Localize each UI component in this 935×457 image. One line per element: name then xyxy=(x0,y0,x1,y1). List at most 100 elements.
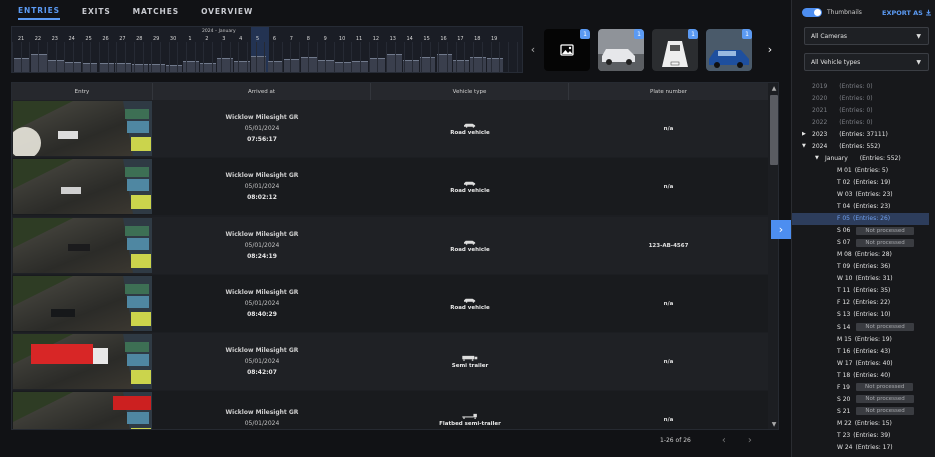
date-tree-node[interactable]: T 11 (Entries: 35) xyxy=(837,285,890,297)
plate-number: 123-AB-4567 xyxy=(648,242,689,249)
table-row[interactable]: Wicklow Milesight GR 05/01/2024 08:24:19 Ro… xyxy=(12,217,768,274)
date-tree-entry-count: (Entries: 26) xyxy=(853,215,891,223)
timeline-histogram[interactable]: 2024 – January 21 22 23 24 25 26 27 28 29 30 1 2 3 4 5… xyxy=(11,26,523,73)
date-tree-label: F 12 xyxy=(837,299,850,307)
caret-down-icon[interactable]: ▼ xyxy=(802,143,806,149)
column-header-vehicle-type[interactable]: Vehicle type xyxy=(371,83,569,100)
date-tree-node[interactable]: S 13 (Entries: 10) xyxy=(837,309,891,321)
date-tree-node[interactable]: S 06 Not processed xyxy=(837,225,914,237)
timeline-bar[interactable] xyxy=(14,58,30,72)
date-tree-node[interactable]: 2019 (Entries: 0) xyxy=(812,80,873,92)
date-tree-node[interactable]: F 19 Not processed xyxy=(837,381,914,393)
entry-snapshot[interactable] xyxy=(13,159,152,214)
timeline-bar[interactable] xyxy=(98,63,115,72)
date-tree-node[interactable]: 2020 (Entries: 0) xyxy=(812,92,873,104)
date-tree-node[interactable]: W 24 (Entries: 17) xyxy=(837,442,893,454)
date-tree-node[interactable]: S 20 Not processed xyxy=(837,393,914,405)
entry-thumbnail[interactable]: 1 xyxy=(706,29,752,71)
date-tree-node[interactable]: W 17 (Entries: 40) xyxy=(837,357,893,369)
date-tree-node[interactable]: M 15 (Entries: 19) xyxy=(837,333,892,345)
date-tree-node[interactable]: 2021 (Entries: 0) xyxy=(812,104,873,116)
date-tree-node[interactable]: W 10 (Entries: 31) xyxy=(837,273,893,285)
thumbnail-prev-button[interactable]: ‹ xyxy=(527,40,539,58)
entry-snapshot[interactable] xyxy=(13,101,152,156)
column-header-arrived-at[interactable]: Arrived at xyxy=(153,83,371,100)
camera-name: Wicklow Milesight GR xyxy=(225,289,299,296)
date-tree-node[interactable]: ▶ 2023 (Entries: 37111) xyxy=(802,128,888,140)
timeline-bar[interactable] xyxy=(385,54,402,72)
entry-thumbnail[interactable]: 1 xyxy=(544,29,590,71)
timeline-bar[interactable] xyxy=(115,63,132,72)
semi-trailer-icon xyxy=(462,355,478,361)
timeline-tick xyxy=(403,42,405,72)
table-row[interactable]: Wicklow Milesight GR 05/01/2024 08:40:29 Ro… xyxy=(12,275,768,332)
date-tree-node[interactable]: ▼ January (Entries: 552) xyxy=(815,152,901,164)
entry-snapshot[interactable] xyxy=(13,392,152,429)
timeline-bar[interactable] xyxy=(402,60,419,72)
camera-select-value: All Cameras xyxy=(811,32,848,40)
date-tree-node[interactable]: S 07 Not processed xyxy=(837,237,914,249)
entry-snapshot[interactable] xyxy=(13,334,152,389)
thumbnail-count-badge: 1 xyxy=(742,29,752,39)
thumbnails-toggle[interactable] xyxy=(802,8,822,17)
column-header-plate-number[interactable]: Plate number xyxy=(569,83,768,100)
date-tree-node[interactable]: F 05 (Entries: 26) xyxy=(792,212,929,225)
entry-thumbnail[interactable]: 1 xyxy=(598,29,644,71)
tab-overview[interactable]: OVERVIEW xyxy=(201,4,253,19)
entry-image-cell xyxy=(12,333,153,390)
timeline-bar[interactable] xyxy=(284,59,301,72)
table-row[interactable]: Wicklow Milesight GR 05/01/2024 08:42:07 Se… xyxy=(12,333,768,390)
date-tree-node[interactable]: ▼ 2024 (Entries: 552) xyxy=(802,140,880,152)
table-scrollbar[interactable]: ▲ ▼ xyxy=(769,83,778,429)
date-tree-node[interactable]: W 03 (Entries: 23) xyxy=(837,188,893,200)
date-tree-node[interactable]: M 01 (Entries: 5) xyxy=(837,164,888,176)
scroll-down-arrow-icon[interactable]: ▼ xyxy=(770,421,778,429)
entry-snapshot[interactable] xyxy=(13,276,152,331)
date-tree-entry-count: (Entries: 31) xyxy=(855,275,893,283)
date-tree-node[interactable]: T 09 (Entries: 36) xyxy=(837,261,890,273)
date-tree-node[interactable]: F 12 (Entries: 22) xyxy=(837,297,890,309)
date-tree-label: January xyxy=(825,154,848,162)
table-row[interactable]: Wicklow Milesight GR 05/01/2024 07:56:17 Ro… xyxy=(12,100,768,157)
timeline-bar[interactable] xyxy=(199,63,216,72)
scroll-up-arrow-icon[interactable]: ▲ xyxy=(770,85,778,93)
date-tree-node[interactable]: T 04 (Entries: 23) xyxy=(837,201,890,213)
arrival-date: 05/01/2024 xyxy=(244,419,280,427)
tab-exits[interactable]: EXITS xyxy=(82,4,111,19)
date-tree-node[interactable]: S 21 Not processed xyxy=(837,405,914,417)
previous-page-button[interactable]: ‹ xyxy=(717,435,731,446)
date-tree-node[interactable]: M 08 (Entries: 28) xyxy=(837,249,892,261)
table-row[interactable]: Wicklow Milesight GR 05/01/2024 Flatbed se… xyxy=(12,391,768,429)
tab-matches[interactable]: MATCHES xyxy=(133,4,179,19)
date-tree-node[interactable]: 2022 (Entries: 0) xyxy=(812,116,873,128)
timeline-tick xyxy=(203,42,205,72)
date-tree-node[interactable]: T 02 (Entries: 19) xyxy=(837,176,890,188)
table-row[interactable]: Wicklow Milesight GR 05/01/2024 08:02:12 Ro… xyxy=(12,158,768,215)
camera-select[interactable]: All Cameras ▼ xyxy=(804,27,929,45)
scrollbar-thumb[interactable] xyxy=(770,95,778,165)
date-tree-entry-count: (Entries: 36) xyxy=(853,263,891,271)
timeline-tick xyxy=(394,42,396,72)
expand-panel-button[interactable]: › xyxy=(771,220,791,239)
date-tree-label: S 06 xyxy=(837,227,851,235)
vehicle-type-select[interactable]: All Vehicle types ▼ xyxy=(804,53,929,71)
date-tree-node[interactable]: T 16 (Entries: 43) xyxy=(837,345,890,357)
timeline-day-label: 26 xyxy=(102,36,109,42)
date-tree-node[interactable]: T 18 (Entries: 40) xyxy=(837,369,890,381)
timeline-day-labels: 21 22 23 24 25 26 27 28 29 30 1 2 3 4 5 6 7 8 9 10 11 12 13 14 1… xyxy=(12,36,522,44)
timeline-day-label: 3 xyxy=(222,36,226,42)
date-tree-node[interactable]: S 14 Not processed xyxy=(837,321,914,333)
timeline-bar[interactable] xyxy=(301,57,318,72)
tab-entries[interactable]: ENTRIES xyxy=(18,3,60,20)
column-header-entry[interactable]: Entry xyxy=(12,83,153,100)
timeline-bar[interactable] xyxy=(419,57,436,72)
caret-down-icon[interactable]: ▼ xyxy=(815,155,819,161)
entry-thumbnail[interactable]: 1 xyxy=(652,29,698,71)
date-tree-node[interactable]: M 22 (Entries: 15) xyxy=(837,417,892,429)
thumbnail-next-button[interactable]: › xyxy=(764,40,776,58)
export-button[interactable]: EXPORT AS xyxy=(882,9,932,17)
entry-snapshot[interactable] xyxy=(13,218,152,273)
next-page-button[interactable]: › xyxy=(743,435,757,446)
caret-right-icon[interactable]: ▶ xyxy=(802,131,806,137)
date-tree-node[interactable]: T 23 (Entries: 39) xyxy=(837,429,890,441)
